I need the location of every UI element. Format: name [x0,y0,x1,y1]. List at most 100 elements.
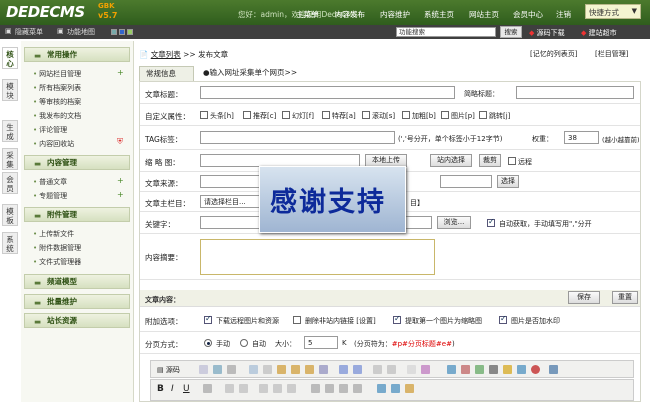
vtab-module[interactable]: 模块 [2,79,18,101]
nav-site-home[interactable]: 网站主页 [469,9,499,20]
undo-icon[interactable] [339,365,348,374]
sidebar-group-common[interactable]: ▬ 常用操作 [24,47,130,62]
sidebar-group-resources[interactable]: ▬ 站长资源 [24,313,130,328]
attr-slide-checkbox[interactable] [282,111,290,119]
sidebar-item-upload[interactable]: 上传新文件 [33,229,74,239]
vtab-system[interactable]: 系统 [2,232,18,254]
sidebar-group-batch[interactable]: ▬ 批量维护 [24,294,130,309]
nav-main-menu[interactable]: 主菜单 [296,9,319,20]
sidebar-item-recycle[interactable]: 内容回收站 [33,139,74,149]
breadcrumb-article-list[interactable]: 文章列表 [151,50,181,59]
replace-icon[interactable] [387,365,396,374]
link-icon[interactable] [377,384,386,393]
vtab-collect[interactable]: 采集 [2,148,18,170]
paging-size-input[interactable]: 5 [304,336,338,349]
remembered-list-link[interactable]: [记忆的列表页] [530,49,577,59]
sidebar-group-content[interactable]: ▬ 内容管理 [24,155,130,170]
theme-swatch-3[interactable] [127,29,133,35]
paging-auto-radio[interactable] [240,339,248,347]
author-input[interactable] [440,175,492,188]
add-icon[interactable]: + [117,69,126,77]
vtab-generate[interactable]: 生成 [2,120,18,142]
tab-collect-url[interactable]: ●输入网址采集单个网页>> [197,66,303,81]
column-manage-link[interactable]: [栏目管理] [595,49,628,59]
sidebar-item-columns[interactable]: 网站栏目管理 [33,69,81,79]
align-right-icon[interactable] [339,384,348,393]
theme-swatch-2[interactable] [119,29,125,35]
sitemap-link[interactable]: 功能地图 [67,27,95,37]
tab-general-info[interactable]: 常规信息 [139,66,194,81]
special-char-icon[interactable] [517,365,526,374]
attr-jump-checkbox[interactable] [479,111,487,119]
redo-icon[interactable] [353,365,362,374]
sidebar-item-article[interactable]: 普通文章 [33,177,67,187]
browse-button[interactable]: 浏览... [437,216,471,229]
weight-input[interactable]: 38 [564,131,599,144]
nav-logout[interactable]: 注销 [556,9,571,20]
sidebar-group-channel[interactable]: ▬ 频道模型 [24,274,130,289]
vtab-member[interactable]: 会员 [2,172,18,194]
align-justify-icon[interactable] [353,384,362,393]
sidebar-group-attachments[interactable]: ▬ 附件管理 [24,207,130,222]
search-button[interactable]: 搜索 [500,26,522,38]
paging-manual-radio[interactable] [204,339,212,347]
feature-search-input[interactable]: 功能搜索 [396,27,496,37]
new-page-icon[interactable] [199,365,208,374]
table-icon[interactable] [475,365,484,374]
ordered-list-icon[interactable] [225,384,234,393]
short-title-input[interactable] [516,86,634,99]
copy-icon[interactable] [263,365,272,374]
unlink-icon[interactable] [391,384,400,393]
hr-icon[interactable] [489,365,498,374]
nav-system-home[interactable]: 系统主页 [424,9,454,20]
strike-icon[interactable] [203,384,212,393]
underline-icon[interactable]: U [183,384,190,394]
hide-menu-icon[interactable]: ▣ [5,27,12,35]
smiley-icon[interactable] [503,365,512,374]
italic-icon[interactable]: I [171,384,174,394]
paste-icon[interactable] [277,365,286,374]
cut-icon[interactable] [249,365,258,374]
unordered-list-icon[interactable] [239,384,248,393]
crop-button[interactable]: 裁剪 [479,154,501,167]
blockquote-icon[interactable] [287,384,296,393]
align-left-icon[interactable] [311,384,320,393]
align-center-icon[interactable] [325,384,334,393]
remove-links-checkbox[interactable] [293,316,301,324]
anchor-icon[interactable] [405,384,414,393]
build-site-link[interactable]: ◆ 建站超市 [581,28,617,38]
preview-icon[interactable] [213,365,222,374]
source-download-link[interactable]: ◆ 源码下载 [529,28,565,38]
remote-checkbox[interactable] [508,157,516,165]
sidebar-item-topic[interactable]: 专题管理 [33,191,67,201]
nav-publish[interactable]: 内容发布 [335,9,365,20]
sidebar-item-my-docs[interactable]: 我发布的文档 [33,111,81,121]
hide-menu-link[interactable]: 隐藏菜单 [15,27,43,37]
add-icon[interactable]: + [117,191,126,199]
nav-maintain[interactable]: 内容维护 [380,9,410,20]
remove-format-icon[interactable] [421,365,430,374]
vtab-core[interactable]: 核心 [2,47,18,69]
save-button[interactable]: 保存 [568,291,600,304]
vtab-template[interactable]: 模板 [2,204,18,226]
tag-input[interactable] [200,131,395,144]
sidebar-item-attach-data[interactable]: 附件数据管理 [33,243,81,253]
quick-menu-dropdown[interactable]: 快捷方式 ▼ [585,4,641,19]
attr-scroll-checkbox[interactable] [362,111,370,119]
sitemap-icon[interactable]: ▣ [57,27,64,35]
sidebar-item-all-docs[interactable]: 所有档案列表 [33,83,81,93]
download-remote-checkbox[interactable] [204,314,212,324]
attr-headline-checkbox[interactable] [200,111,208,119]
find-icon[interactable] [373,365,382,374]
indent-icon[interactable] [273,384,282,393]
attr-bold-checkbox[interactable] [402,111,410,119]
sidebar-item-comments[interactable]: 评论管理 [33,125,67,135]
sidebar-item-file-manager[interactable]: 文件式管理器 [33,257,81,267]
first-image-checkbox[interactable] [393,314,401,324]
attr-special-checkbox[interactable] [322,111,330,119]
templates-icon[interactable] [227,365,236,374]
nav-member-center[interactable]: 会员中心 [513,9,543,20]
source-select-button[interactable]: 选择 [497,175,519,188]
flash-icon[interactable] [461,365,470,374]
source-code-button[interactable]: ▤ 源码 [157,365,180,375]
